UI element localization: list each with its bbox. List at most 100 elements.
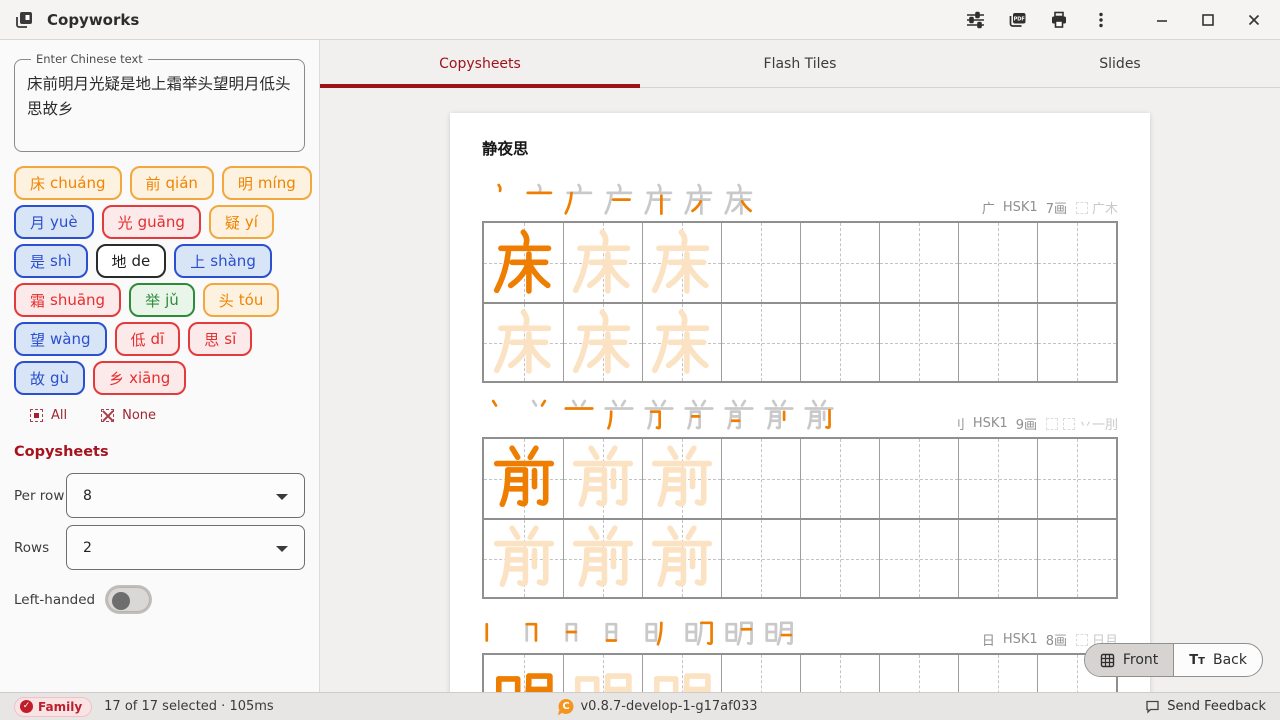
character-chip[interactable]: 上shàng <box>174 244 272 278</box>
sidebar: Enter Chinese text 床chuáng前qián明míng月yuè… <box>0 40 320 692</box>
practice-cell <box>800 520 879 597</box>
practice-cell <box>484 520 563 597</box>
practice-cell <box>484 304 563 381</box>
select-none-icon <box>101 409 114 422</box>
family-badge[interactable]: ✓ Family <box>14 697 92 717</box>
chip-pinyin: de <box>132 252 151 270</box>
sliders-icon <box>966 10 985 29</box>
grid-row <box>484 439 1116 518</box>
hanzi-glyph <box>562 399 596 433</box>
character-section: 日HSK18画日月 <box>482 609 1118 692</box>
character-chip[interactable]: 光guāng <box>102 205 201 239</box>
character-chip[interactable]: 举jǔ <box>129 283 195 317</box>
character-chip[interactable]: 地de <box>96 244 167 278</box>
character-chip[interactable]: 床chuáng <box>14 166 122 200</box>
hanzi-glyph <box>682 615 716 649</box>
chip-pinyin: qián <box>166 174 198 192</box>
tab-copysheets[interactable]: Copysheets <box>320 40 640 87</box>
hsk-level: HSK1 <box>1003 200 1038 215</box>
hanzi-glyph <box>562 615 596 649</box>
menu-button[interactable] <box>1088 7 1114 33</box>
chip-pinyin: yuè <box>50 213 78 231</box>
hanzi-glyph <box>647 308 717 378</box>
poem-title: 静夜思 <box>482 137 1118 159</box>
rows-select[interactable]: 2 <box>66 525 305 570</box>
hanzi-glyph <box>568 308 638 378</box>
chip-hanzi: 光 <box>118 212 133 233</box>
front-view-button[interactable]: Front <box>1085 644 1173 676</box>
print-button[interactable] <box>1046 7 1072 33</box>
select-all-label: All <box>51 408 67 423</box>
character-chip[interactable]: 明míng <box>222 166 312 200</box>
hanzi-glyph <box>682 183 716 217</box>
hanzi-glyph <box>602 399 636 433</box>
chip-row: 霜shuāng举jǔ头tóu <box>14 283 305 317</box>
hanzi-glyph <box>568 444 638 514</box>
radical: 刂 <box>952 414 965 433</box>
practice-cell <box>800 304 879 381</box>
character-chip-list: 床chuáng前qián明míng月yuè光guāng疑yí是shì地de上sh… <box>14 166 305 395</box>
maximize-button[interactable] <box>1194 6 1222 34</box>
minimize-button[interactable] <box>1148 6 1176 34</box>
character-chip[interactable]: 疑yí <box>209 205 274 239</box>
stroke-count: 7画 <box>1046 198 1067 217</box>
chip-hanzi: 望 <box>30 329 45 350</box>
tabbar: Copysheets Flash Tiles Slides <box>320 40 1280 88</box>
practice-cell <box>800 439 879 518</box>
character-chip[interactable]: 是shì <box>14 244 88 278</box>
practice-cell <box>484 223 563 302</box>
hanzi-glyph <box>602 615 636 649</box>
chip-hanzi: 月 <box>30 212 45 233</box>
chip-pinyin: shuāng <box>50 291 105 309</box>
practice-cell <box>721 655 800 692</box>
chip-row: 望wàng低dī思sī <box>14 322 305 356</box>
tab-slides[interactable]: Slides <box>960 40 1280 87</box>
character-chip[interactable]: 前qián <box>130 166 214 200</box>
character-chip[interactable]: 月 yuè <box>14 205 94 239</box>
chip-row: 故gù乡xiāng <box>14 361 305 395</box>
hanzi-glyph <box>722 615 756 649</box>
left-handed-toggle[interactable] <box>105 585 152 614</box>
check-circle-icon: ✓ <box>20 700 33 713</box>
character-chip[interactable]: 思sī <box>188 322 252 356</box>
character-chip[interactable]: 霜shuāng <box>14 283 121 317</box>
practice-cell <box>721 304 800 381</box>
practice-cell <box>958 304 1037 381</box>
chinese-text-input[interactable] <box>27 72 292 142</box>
send-feedback-button[interactable]: Send Feedback <box>1145 699 1266 714</box>
practice-cell <box>563 655 642 692</box>
hanzi-glyph <box>647 524 717 594</box>
svg-text:PDF: PDF <box>1014 16 1025 22</box>
character-chip[interactable]: 低dī <box>115 322 181 356</box>
hanzi-glyph <box>522 615 556 649</box>
version-text: v0.8.7-develop-1-g17af033 <box>580 699 757 714</box>
select-none-button[interactable]: None <box>101 408 156 423</box>
text-icon: TT <box>1189 653 1205 668</box>
main-area: Copysheets Flash Tiles Slides 静夜思 广HSK17… <box>320 40 1280 692</box>
practice-cell <box>563 439 642 518</box>
back-view-button[interactable]: TT Back <box>1173 644 1262 676</box>
hanzi-glyph <box>489 524 559 594</box>
decomposition: 丷一刖 <box>1079 414 1118 433</box>
ids-placeholder-icon <box>1046 418 1058 430</box>
chip-pinyin: jǔ <box>165 291 179 309</box>
hanzi-glyph <box>802 399 836 433</box>
close-button[interactable] <box>1240 6 1268 34</box>
chip-hanzi: 乡 <box>109 368 124 389</box>
stroke-count: 9画 <box>1016 414 1037 433</box>
chip-pinyin: yí <box>245 213 258 231</box>
character-chip[interactable]: 望wàng <box>14 322 107 356</box>
statusbar: ✓ Family 17 of 17 selected · 105ms C v0.… <box>0 692 1280 720</box>
character-chip[interactable]: 头tóu <box>203 283 280 317</box>
settings-sliders-button[interactable] <box>962 7 988 33</box>
chip-pinyin: shàng <box>210 252 256 270</box>
chip-hanzi: 故 <box>30 368 45 389</box>
per-row-select[interactable]: 8 <box>66 473 305 518</box>
character-chip[interactable]: 乡xiāng <box>93 361 186 395</box>
character-chip[interactable]: 故gù <box>14 361 85 395</box>
hanzi-glyph <box>762 615 796 649</box>
selection-status-text: 17 of 17 selected · 105ms <box>104 699 274 714</box>
select-all-button[interactable]: All <box>30 408 67 423</box>
export-pdf-button[interactable]: PDF <box>1004 7 1030 33</box>
tab-flash-tiles[interactable]: Flash Tiles <box>640 40 960 87</box>
